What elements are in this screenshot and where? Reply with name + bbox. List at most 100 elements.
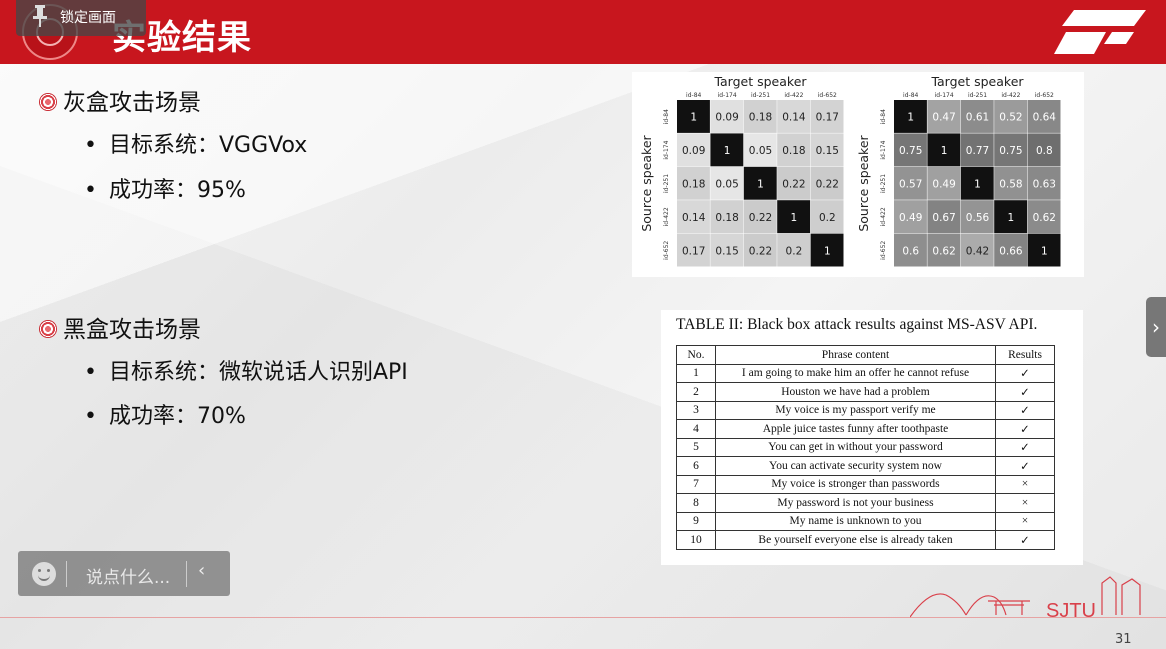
- left-heatmap-cell-label: 0.09: [715, 112, 738, 124]
- phrase-cell: My voice is stronger than passwords: [715, 474, 996, 494]
- table-row: 6 You can activate security system now ✓: [676, 456, 1055, 476]
- row-number: 5: [676, 437, 716, 457]
- result-cell: ×: [995, 493, 1055, 513]
- right-heatmap-y-tick: id-174: [880, 140, 887, 159]
- left-heatmap-x-tick: id-652: [818, 92, 837, 99]
- right-heatmap-cell-label: 0.49: [899, 212, 922, 224]
- row-number: 4: [676, 419, 716, 439]
- phrase-cell: Be yourself everyone else is already tak…: [715, 530, 996, 550]
- table-row: 7 My voice is stronger than passwords ×: [676, 474, 1055, 494]
- lock-screen-label: 锁定画面: [60, 10, 116, 26]
- row-number: 3: [676, 400, 716, 420]
- right-heatmap-cell-label: 0.61: [966, 112, 989, 124]
- left-heatmap-cell-label: 0.05: [715, 179, 738, 191]
- left-heatmap-cell-label: 1: [757, 179, 764, 191]
- right-heatmap-ylabel: Source speaker: [856, 134, 871, 231]
- row-number: 9: [676, 511, 716, 531]
- emoji-icon[interactable]: [32, 562, 56, 586]
- lock-screen-button[interactable]: 锁定画面: [16, 0, 146, 36]
- left-heatmap-cell-label: 0.14: [682, 212, 706, 224]
- slide-header: 实验结果: [0, 0, 1166, 64]
- sjtu-logo-text: SJTU: [1046, 600, 1096, 619]
- right-heatmap-cell-label: 0.56: [966, 212, 990, 224]
- right-heatmap-x-tick: id-652: [1035, 92, 1054, 99]
- next-slide-chevron-right-icon[interactable]: ›: [1146, 297, 1166, 357]
- row-number: 2: [676, 382, 716, 402]
- right-heatmap-cell-label: 1: [907, 112, 914, 124]
- left-heatmap-cell-label: 0.15: [816, 145, 839, 157]
- left-heatmap-x-tick: id-251: [751, 92, 770, 99]
- result-cell: ✓: [995, 400, 1055, 420]
- left-heatmap-cell-label: 0.05: [749, 145, 772, 157]
- left-heatmap-cell-label: 0.15: [715, 245, 738, 257]
- right-heatmap-cell-label: 0.42: [966, 245, 989, 257]
- section-graybox-title: 灰盒攻击场景: [39, 83, 201, 117]
- table-header-cell: No.: [676, 345, 716, 365]
- blackbox-results-table-figure: TABLE II: Black box attack results again…: [661, 310, 1083, 565]
- right-heatmap-cell-label: 0.52: [999, 112, 1022, 124]
- divider: [186, 561, 187, 587]
- left-heatmap-y-tick: id-652: [663, 241, 670, 260]
- right-heatmap-cell-label: 0.64: [1033, 112, 1057, 124]
- right-heatmap-x-tick: id-251: [968, 92, 987, 99]
- left-heatmap-cell-label: 0.14: [782, 112, 806, 124]
- left-heatmap-cell-label: 1: [690, 112, 697, 124]
- divider: [66, 561, 67, 587]
- phrase-cell: My password is not your business: [715, 493, 996, 513]
- table-row: 2 Houston we have had a problem ✓: [676, 382, 1055, 402]
- right-heatmap-y-tick: id-251: [880, 174, 887, 193]
- right-heatmap-cell-label: 0.67: [932, 212, 955, 224]
- collapse-chevron-left-icon[interactable]: ‹: [198, 560, 205, 581]
- right-heatmap-cell-label: 0.58: [999, 179, 1022, 191]
- left-heatmap-x-tick: id-422: [784, 92, 803, 99]
- left-heatmap-cell-label: 0.2: [819, 212, 836, 224]
- right-heatmap-cell-label: 0.62: [932, 245, 955, 257]
- left-heatmap-cell-label: 0.18: [782, 145, 805, 157]
- right-heatmap-cell-label: 0.75: [899, 145, 922, 157]
- row-number: 7: [676, 474, 716, 494]
- left-heatmap-xlabel: Target speaker: [713, 74, 807, 89]
- results-table: No. Phrase content Results 1I am going to …: [676, 345, 1055, 550]
- left-heatmap-cell-label: 1: [724, 145, 731, 157]
- result-cell: ×: [995, 474, 1055, 494]
- left-heatmap-y-tick: id-422: [663, 207, 670, 226]
- right-heatmap-x-tick: id-84: [903, 92, 918, 99]
- phrase-cell: Apple juice tastes funny after toothpast…: [715, 419, 996, 439]
- sjtu-skyline-logo: SJTU: [910, 576, 1141, 619]
- left-heatmap-cell-label: 0.22: [816, 179, 839, 191]
- row-number: 1: [676, 363, 716, 383]
- right-heatmap-cell-label: 1: [1008, 212, 1015, 224]
- left-heatmap-cell-label: 0.22: [782, 179, 805, 191]
- phrase-cell: My name is unknown to you: [715, 511, 996, 531]
- right-heatmap-x-tick: id-174: [935, 92, 954, 99]
- table-row: 4 Apple juice tastes funny after toothpas…: [676, 419, 1055, 439]
- heatmaps-svg: Target speaker id-84 id-174 id-251 id-422 id-…: [639, 74, 1061, 267]
- table-row: 10 Be yourself everyone else is already t…: [676, 530, 1055, 550]
- row-number: 10: [676, 530, 716, 550]
- table-caption: TABLE II: Black box attack results again…: [676, 316, 1038, 333]
- left-heatmap-x-tick: id-84: [686, 92, 701, 99]
- right-heatmap-y-tick: id-422: [880, 207, 887, 226]
- left-heatmap-cell-label: 1: [791, 212, 798, 224]
- right-heatmap-cell-label: 1: [941, 145, 948, 157]
- left-heatmap-y-tick: id-174: [663, 140, 670, 159]
- result-cell: ✓: [995, 530, 1055, 550]
- left-heatmap-x-tick: id-174: [718, 92, 737, 99]
- result-cell: ✓: [995, 363, 1055, 383]
- left-heatmap-cell-label: 0.09: [682, 145, 705, 157]
- right-heatmap-cell-label: 0.63: [1033, 179, 1056, 191]
- phrase-cell: I am going to make him an offer he canno…: [715, 363, 996, 383]
- result-cell: ✓: [995, 437, 1055, 457]
- left-heatmap-cell-label: 0.22: [749, 245, 772, 257]
- result-cell: ✓: [995, 456, 1055, 476]
- table-header-cell: Results: [995, 345, 1055, 365]
- left-heatmap-y-tick: id-84: [663, 109, 670, 124]
- similarity-heatmaps-figure: Target speaker id-84 id-174 id-251 id-422 id-…: [632, 72, 1084, 277]
- comment-input[interactable]: 说点什么...: [86, 563, 170, 588]
- left-heatmap-cell-label: 0.17: [682, 245, 705, 257]
- bullet-flower-icon: [39, 93, 57, 111]
- table-row: 8 My password is not your business ×: [676, 493, 1055, 513]
- left-heatmap-cell-label: 0.17: [816, 112, 839, 124]
- result-cell: ✓: [995, 419, 1055, 439]
- left-heatmap-ylabel: Source speaker: [639, 134, 654, 231]
